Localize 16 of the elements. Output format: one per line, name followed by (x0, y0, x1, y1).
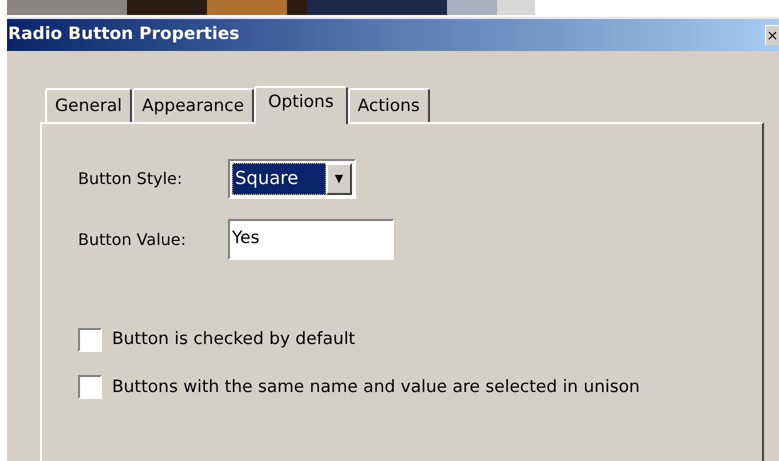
value-field[interactable]: Yes (228, 219, 394, 260)
checkbox[interactable] (78, 328, 102, 352)
dropdown-arrow-button[interactable]: ▼ (326, 163, 352, 195)
tab[interactable]: General (45, 88, 132, 122)
close-button[interactable]: × (765, 25, 779, 45)
checkbox-label: Button is checked by default (112, 328, 356, 351)
field-label: Button Value: (78, 228, 188, 250)
checkbox-label: Buttons with the same name and value are selected in unison (112, 376, 640, 398)
window-title: Radio Button Properties (8, 23, 240, 46)
tab[interactable]: Options (254, 86, 348, 124)
tab[interactable]: Actions (348, 88, 430, 122)
dropdown-value: Square (232, 163, 326, 195)
tab[interactable]: Appearance (132, 88, 254, 122)
checkbox[interactable] (78, 375, 102, 400)
style-dropdown[interactable]: Square ▼ (228, 159, 356, 199)
field-label: Button Style: (78, 168, 184, 190)
